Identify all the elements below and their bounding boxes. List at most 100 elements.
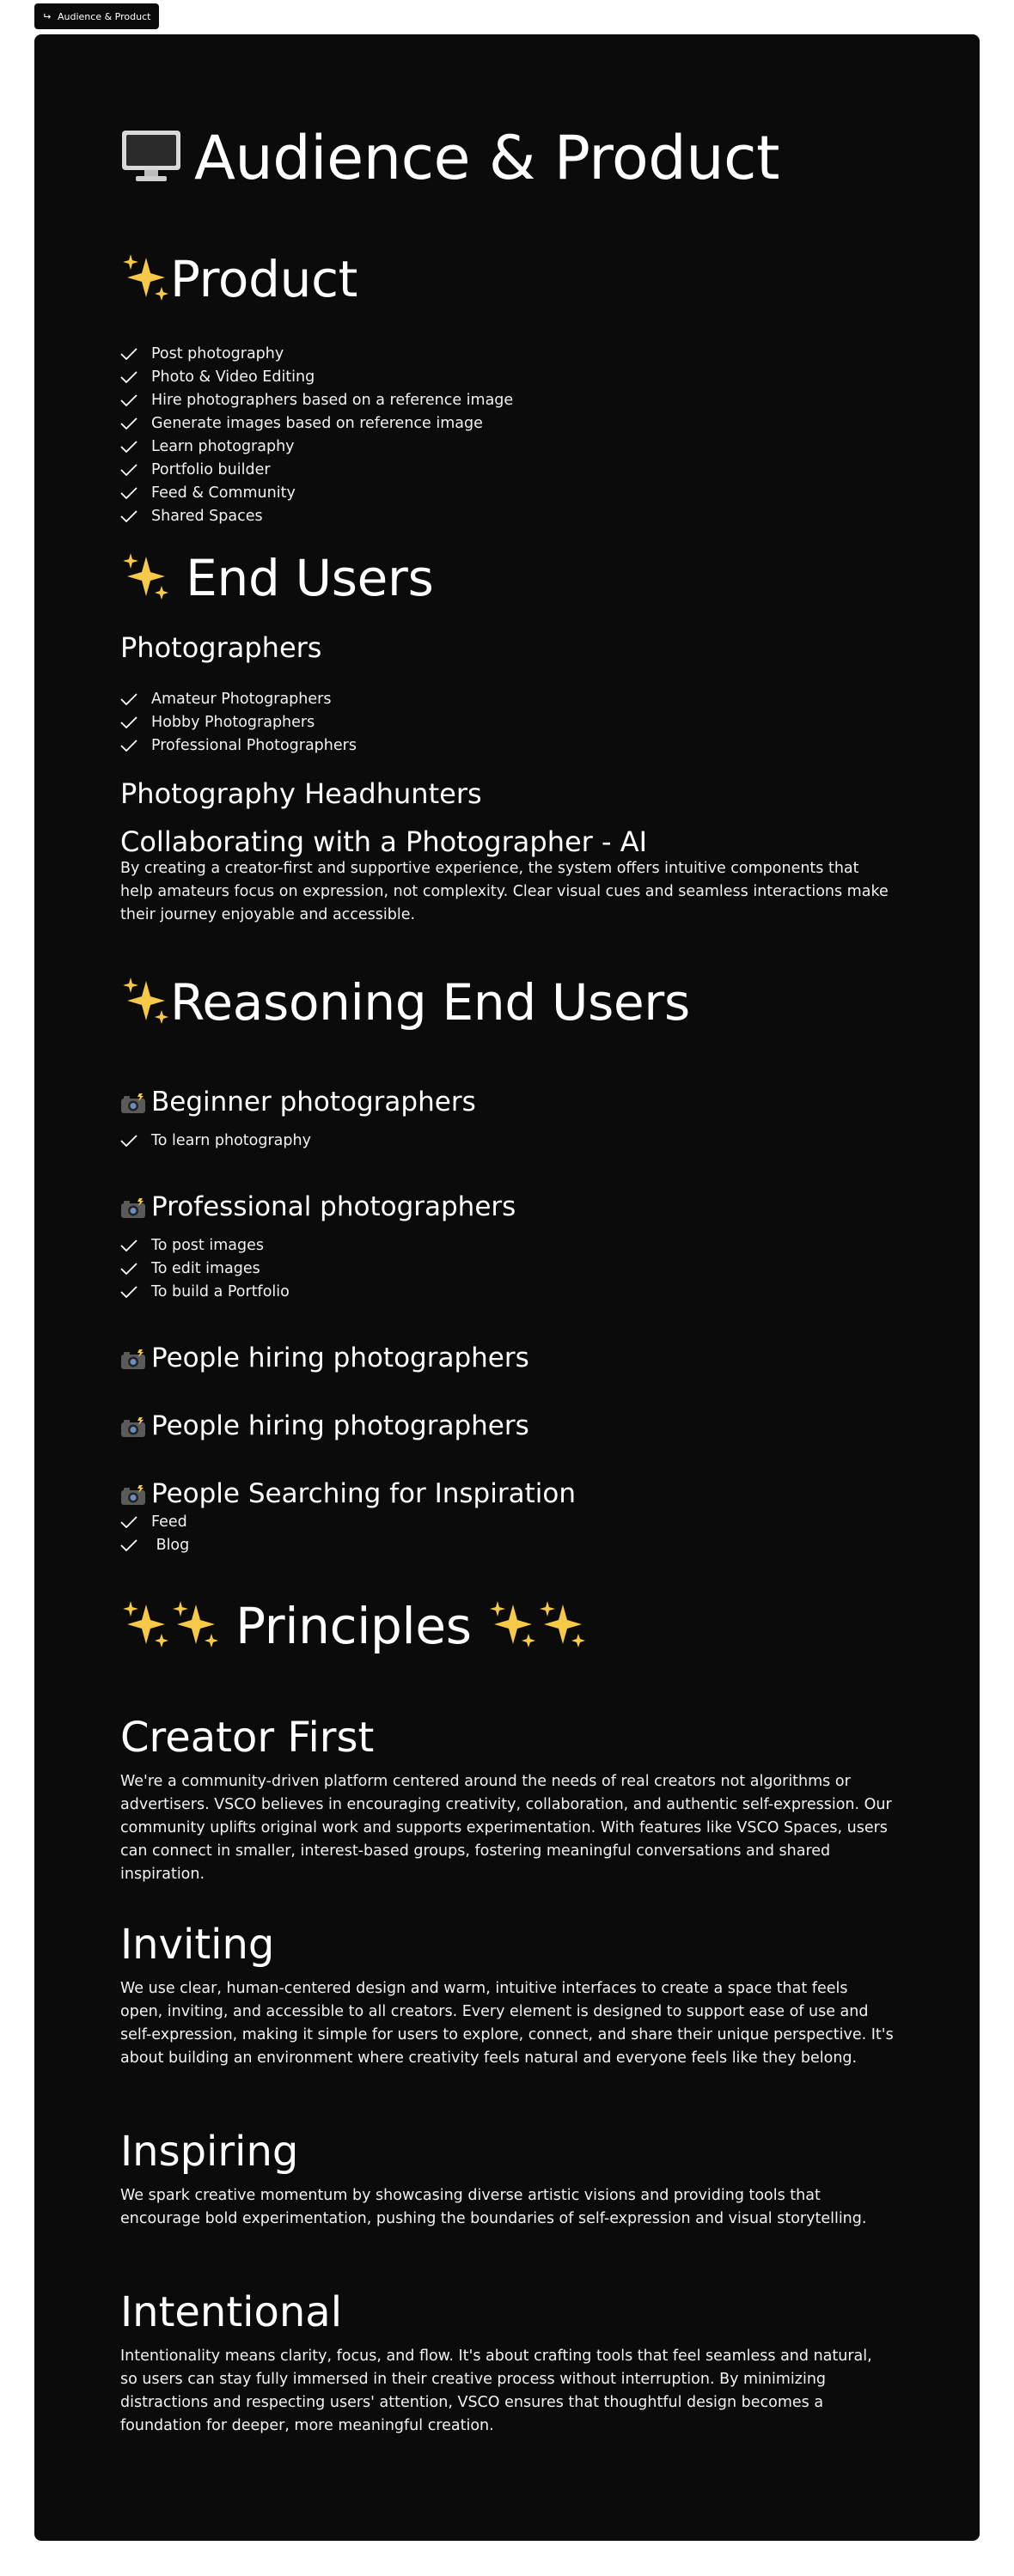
principle-text: We use clear, human-centered design and … — [120, 1980, 894, 2067]
list-item: Feed & Community — [120, 481, 513, 504]
checkmark-icon — [120, 739, 137, 752]
checkmark-icon — [120, 1285, 137, 1298]
document-card: Audience & Product Product Post photogra… — [34, 34, 980, 2541]
sparkles-icon — [539, 1601, 585, 1647]
principle-text: We spark creative momentum by showcasing… — [120, 2187, 867, 2227]
list-item: Learn photography — [120, 435, 513, 458]
list-item: Hire photographers based on a reference … — [120, 388, 513, 411]
page-tab-label: Audience & Product — [58, 10, 151, 22]
list-item-label: To build a Portfolio — [151, 1282, 290, 1300]
group-heading-row: People Searching for Inspiration — [120, 1477, 576, 1510]
list-item: To edit images — [120, 1257, 290, 1280]
return-arrow-icon — [44, 13, 52, 19]
list-item: Shared Spaces — [120, 504, 513, 527]
sparkles-icon — [489, 1601, 535, 1647]
checkmark-icon — [120, 440, 137, 453]
checkmark-icon — [120, 417, 137, 429]
list-item-label: To learn photography — [151, 1131, 311, 1149]
principle-text: We're a community-driven platform center… — [120, 1773, 892, 1883]
list-item-label: Feed & Community — [151, 484, 296, 502]
list-item: To post images — [120, 1233, 290, 1257]
list-item-label: Professional Photographers — [151, 736, 357, 754]
list-item-label: To post images — [151, 1236, 264, 1254]
sparkles-icon — [123, 254, 168, 301]
group-heading-row: Beginner photographers — [120, 1086, 476, 1118]
list-item-label: Generate images based on reference image — [151, 414, 483, 432]
group-list: Feed Blog — [120, 1510, 189, 1556]
group-heading-row: Professional photographers — [120, 1191, 516, 1223]
principle-heading: Inviting — [120, 1921, 275, 1969]
list-item-label: Portfolio builder — [151, 460, 271, 478]
product-heading: Product — [170, 250, 358, 308]
group-heading: People hiring photographers — [151, 1410, 529, 1441]
reasoning-heading: Reasoning End Users — [170, 973, 690, 1032]
group-heading: People Searching for Inspiration — [151, 1478, 576, 1509]
principle-text: Intentionality means clarity, focus, and… — [120, 2348, 872, 2434]
collab-text: By creating a creator-first and supporti… — [120, 860, 889, 923]
checkmark-icon — [120, 1134, 137, 1147]
checkmark-icon — [120, 486, 137, 499]
list-item-label: Amateur Photographers — [151, 690, 332, 708]
photographers-list: Amateur Photographers Hobby Photographer… — [120, 687, 357, 757]
camera-with-flash-icon — [121, 1197, 145, 1218]
group-list: To learn photography — [120, 1129, 311, 1152]
group-heading-row: People hiring photographers — [120, 1342, 529, 1374]
list-item: Generate images based on reference image — [120, 411, 513, 435]
end-users-heading: End Users — [186, 549, 434, 607]
sparkles-icon — [123, 553, 168, 600]
page-tab[interactable]: Audience & Product — [34, 3, 160, 29]
page-title-row: Audience & Product — [120, 122, 780, 194]
group-list: To post images To edit images To build a… — [120, 1233, 290, 1303]
checkmark-icon — [120, 1262, 137, 1275]
checkmark-icon — [120, 692, 137, 705]
end-users-heading-row: End Users — [120, 548, 434, 608]
collab-heading: Collaborating with a Photographer - AI — [120, 825, 648, 858]
sparkles-icon — [123, 977, 168, 1024]
sparkles-icon — [123, 1601, 168, 1647]
list-item-label: Post photography — [151, 344, 284, 362]
list-item-label: Shared Spaces — [151, 507, 263, 525]
list-item-label: Hobby Photographers — [151, 713, 315, 731]
checkmark-icon — [120, 463, 137, 476]
principle-heading: Intentional — [120, 2288, 343, 2336]
list-item: To learn photography — [120, 1129, 311, 1152]
list-item-label: Photo & Video Editing — [151, 368, 315, 386]
group-heading: Professional photographers — [151, 1191, 516, 1222]
group-heading: Beginner photographers — [151, 1087, 476, 1117]
checkmark-icon — [120, 1538, 137, 1551]
principles-heading-row: Principles — [120, 1596, 587, 1656]
sparkles-icon — [173, 1601, 218, 1647]
checkmark-icon — [120, 509, 137, 522]
group-heading-row: People hiring photographers — [120, 1410, 529, 1442]
page-title: Audience & Product — [194, 123, 780, 193]
photographers-heading: Photographers — [120, 631, 322, 664]
principle-heading: Creator First — [120, 1714, 375, 1762]
checkmark-icon — [120, 347, 137, 360]
list-item: Amateur Photographers — [120, 687, 357, 710]
list-item-label: To edit images — [151, 1259, 260, 1277]
group-heading: People hiring photographers — [151, 1343, 529, 1373]
principles-heading: Principles — [235, 1597, 472, 1655]
list-item: To build a Portfolio — [120, 1280, 290, 1303]
desktop-computer-icon — [122, 131, 180, 181]
checkmark-icon — [120, 716, 137, 728]
list-item-label: Hire photographers based on a reference … — [151, 391, 514, 409]
checkmark-icon — [120, 393, 137, 406]
headhunters-heading: Photography Headhunters — [120, 777, 482, 810]
list-item: Portfolio builder — [120, 458, 513, 481]
list-item-label: Blog — [151, 1536, 190, 1554]
list-item: Feed — [120, 1510, 189, 1533]
checkmark-icon — [120, 370, 137, 383]
list-item: Photo & Video Editing — [120, 365, 513, 388]
camera-with-flash-icon — [121, 1484, 145, 1505]
reasoning-heading-row: Reasoning End Users — [120, 972, 690, 1032]
checkmark-icon — [120, 1239, 137, 1251]
camera-with-flash-icon — [121, 1416, 145, 1437]
product-heading-row: Product — [120, 249, 357, 309]
camera-with-flash-icon — [121, 1093, 145, 1113]
principle-heading: Inspiring — [120, 2128, 299, 2176]
product-list: Post photography Photo & Video Editing H… — [120, 342, 513, 527]
list-item-label: Learn photography — [151, 437, 295, 455]
list-item: Blog — [120, 1533, 189, 1556]
list-item: Hobby Photographers — [120, 710, 357, 734]
